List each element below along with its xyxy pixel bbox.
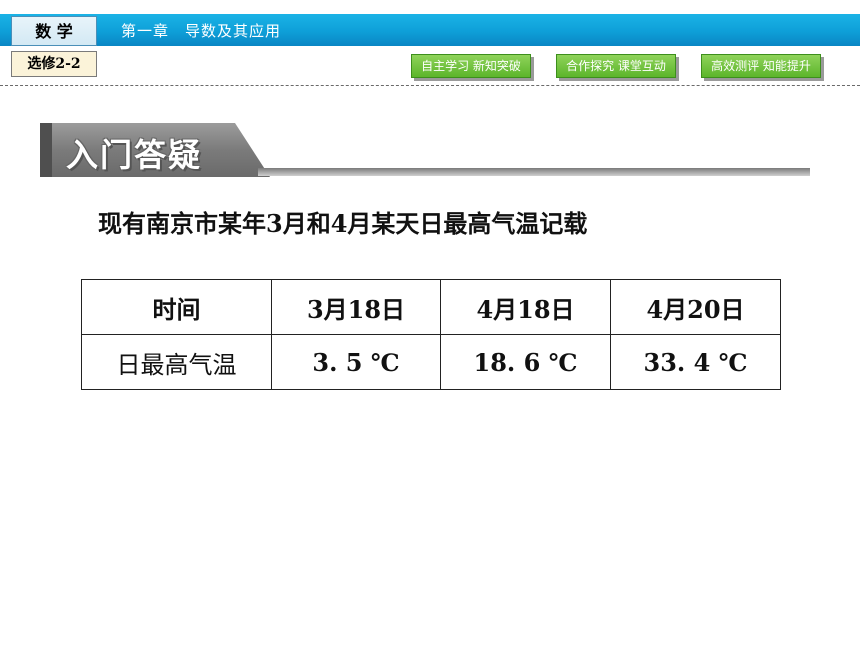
table-header-cell: 3月18日 bbox=[271, 279, 441, 335]
elective-label: 选修2-2 bbox=[11, 51, 97, 77]
section-underline bbox=[258, 168, 810, 176]
nav-button-assessment[interactable]: 高效测评 知能提升 bbox=[701, 54, 821, 78]
temperature-table: 时间 3月18日 4月18日 4月20日 日最高气温 3. 5 ℃ 18. 6 … bbox=[81, 279, 781, 390]
table-row: 日最高气温 3. 5 ℃ 18. 6 ℃ 33. 4 ℃ bbox=[81, 334, 781, 390]
intro-text: 现有南京市某年3月和4月某天日最高气温记载 bbox=[98, 209, 588, 238]
subject-label: 数 学 bbox=[11, 16, 97, 46]
section-title: 入门答疑 bbox=[66, 136, 203, 174]
table-cell: 18. 6 ℃ bbox=[440, 334, 611, 390]
header-divider bbox=[0, 85, 860, 86]
nav-button-cooperative-inquiry[interactable]: 合作探究 课堂互动 bbox=[556, 54, 676, 78]
table-header-row: 时间 3月18日 4月18日 4月20日 bbox=[81, 279, 781, 335]
table-cell: 3. 5 ℃ bbox=[271, 334, 441, 390]
table-cell: 33. 4 ℃ bbox=[610, 334, 781, 390]
table-header-cell: 时间 bbox=[81, 279, 272, 335]
table-header-cell: 4月18日 bbox=[440, 279, 611, 335]
table-header-cell: 4月20日 bbox=[610, 279, 781, 335]
table-cell: 日最高气温 bbox=[81, 334, 272, 390]
nav-button-self-study[interactable]: 自主学习 新知突破 bbox=[411, 54, 531, 78]
chapter-title: 第一章 导数及其应用 bbox=[121, 22, 282, 40]
